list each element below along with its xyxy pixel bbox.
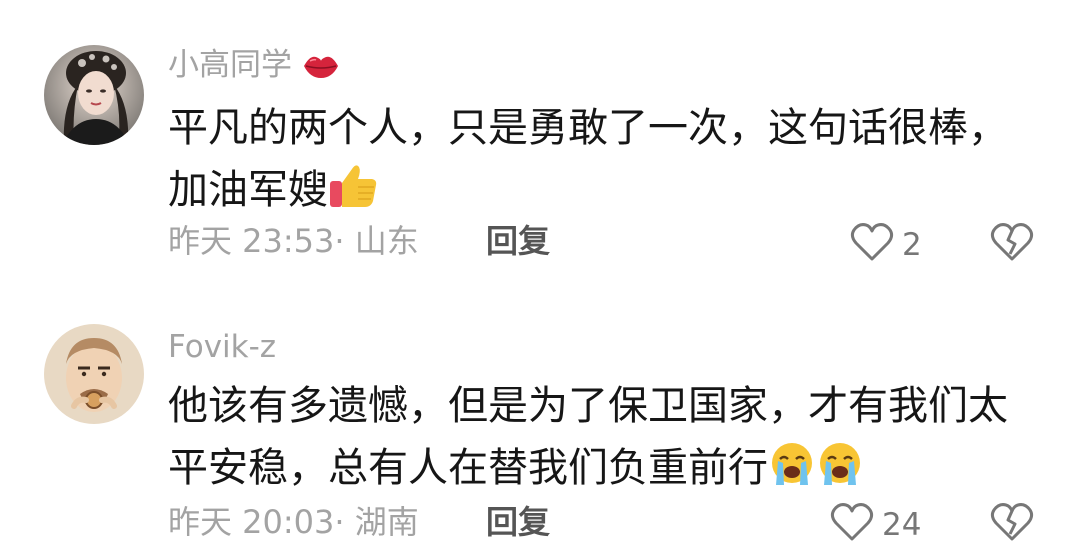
- timestamp: 昨天 20:03: [168, 503, 335, 541]
- broken-heart-icon: [990, 503, 1034, 546]
- thumbs-up-icon: [328, 161, 378, 227]
- username-text: 小高同学: [168, 47, 292, 83]
- location: 山东: [354, 222, 419, 260]
- heart-icon: [830, 502, 874, 548]
- meta-separator: ·: [334, 503, 355, 541]
- heart-icon: [850, 222, 894, 268]
- comment-meta: 昨天 20:03· 湖南: [168, 506, 419, 538]
- comment-text: 平凡的两个人，只是勇敢了一次，这句话很棒，加油军嫂: [168, 97, 1028, 227]
- dislike-button[interactable]: [990, 502, 1034, 542]
- crying-face-icon: [816, 441, 864, 505]
- like-count: 24: [882, 506, 922, 543]
- lips-icon: [302, 51, 340, 87]
- broken-heart-icon: [990, 223, 1034, 266]
- timestamp: 昨天 23:53: [168, 222, 335, 260]
- crying-face-icon: [768, 441, 816, 505]
- username[interactable]: 小高同学: [168, 50, 340, 87]
- location: 湖南: [354, 503, 419, 541]
- avatar[interactable]: [44, 45, 144, 145]
- like-button[interactable]: 2: [850, 222, 922, 268]
- comment-meta: 昨天 23:53· 山东: [168, 225, 419, 257]
- username[interactable]: Fovik-z: [168, 332, 276, 363]
- comment-text: 他该有多遗憾，但是为了保卫国家，才有我们太平安稳，总有人在替我们负重前行: [168, 375, 1028, 505]
- comment-body: 他该有多遗憾，但是为了保卫国家，才有我们太平安稳，总有人在替我们负重前行: [168, 383, 1008, 491]
- like-count: 2: [902, 226, 922, 263]
- meta-separator: ·: [334, 222, 355, 260]
- comment-item: 小高同学 平凡的两个人，只是勇敢了一次，这句话很棒，加油军嫂 昨天 23:53·…: [0, 0, 1080, 290]
- dislike-button[interactable]: [990, 222, 1034, 262]
- comment-item: Fovik-z 他该有多遗憾，但是为了保卫国家，才有我们太平安稳，总有人在替我们…: [0, 290, 1080, 544]
- comment-body: 平凡的两个人，只是勇敢了一次，这句话很棒，加油军嫂: [168, 105, 1008, 213]
- like-button[interactable]: 24: [830, 502, 921, 548]
- reply-button[interactable]: 回复: [486, 506, 550, 538]
- avatar[interactable]: [44, 324, 144, 424]
- reply-button[interactable]: 回复: [486, 225, 550, 257]
